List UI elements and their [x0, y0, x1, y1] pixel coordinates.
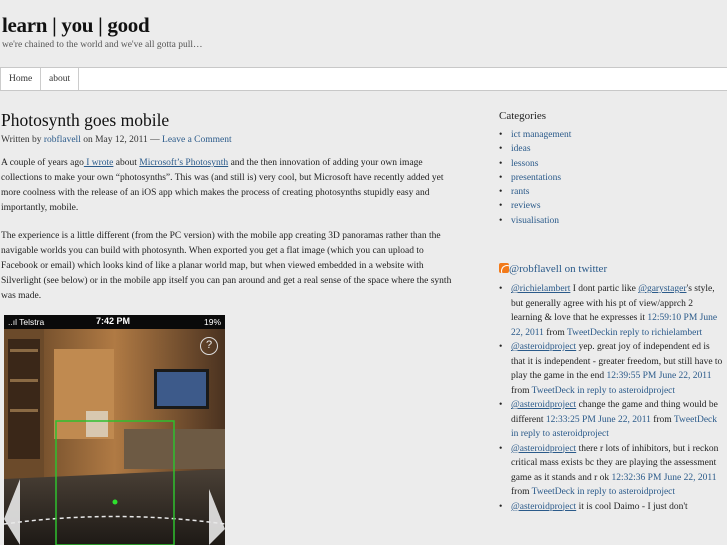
category-link[interactable]: reviews — [511, 201, 541, 211]
tweet-user-link[interactable]: @asteroidproject — [511, 444, 576, 454]
category-link[interactable]: ict management — [511, 130, 571, 140]
byline-date: on May 12, 2011 — — [80, 135, 163, 145]
tweet-list: @richielambert I dont partic like @garys… — [499, 282, 725, 514]
battery-level: 19% — [203, 317, 221, 327]
twitter-heading: @robflavell on twitter — [499, 263, 607, 275]
tweet-client-link[interactable]: TweetDeckin reply to richielambert — [567, 328, 702, 338]
post-paragraph-1: A couple of years ago I wrote about Micr… — [1, 156, 463, 216]
i-wrote-link[interactable]: I wrote — [84, 158, 113, 168]
categories-list: ict management ideas lessons presentatio… — [499, 128, 571, 228]
category-item: visualisation — [499, 214, 571, 228]
post-title[interactable]: Photosynth goes mobile — [1, 110, 169, 131]
tweet-item: @asteroidproject there r lots of inhibit… — [499, 442, 725, 500]
tweet-item: @asteroidproject change the game and thi… — [499, 398, 725, 442]
phone-screenshot: ..ıl Telstra 7:42 PM 19% ? — [4, 315, 225, 545]
tweet-user-link[interactable]: @asteroidproject — [511, 342, 576, 352]
tweet-from: from — [511, 385, 532, 396]
category-link[interactable]: lessons — [511, 159, 538, 169]
tweet-from: from — [543, 327, 567, 338]
category-link[interactable]: ideas — [511, 144, 531, 154]
p1-text-a: A couple of years ago — [1, 158, 84, 168]
panorama-image — [4, 329, 225, 545]
tweet-text: I dont partic like — [570, 284, 639, 294]
category-link[interactable]: visualisation — [511, 216, 559, 226]
category-link[interactable]: rants — [511, 187, 529, 197]
categories-heading: Categories — [499, 110, 547, 122]
twitter-heading-link[interactable]: @robflavell on twitter — [509, 263, 607, 275]
nav-home[interactable]: Home — [0, 68, 42, 90]
tweet-from: from — [650, 414, 674, 425]
category-item: presentations — [499, 171, 571, 185]
byline-prefix: Written by — [1, 135, 44, 145]
tweet-mention-link[interactable]: @garystager — [638, 284, 686, 294]
site-title[interactable]: learn | you | good — [2, 13, 150, 38]
leave-comment-link[interactable]: Leave a Comment — [162, 135, 232, 145]
tweet-from: from — [511, 487, 532, 497]
category-link[interactable]: presentations — [511, 173, 561, 183]
author-link[interactable]: robflavell — [44, 135, 81, 145]
tweet-time-link[interactable]: 12:32:36 PM June 22, 2011 — [612, 473, 717, 483]
photosynth-link[interactable]: Microsoft’s Photosynth — [139, 158, 228, 168]
help-icon[interactable]: ? — [200, 337, 218, 355]
tweet-time-link[interactable]: 12:33:25 PM June 22, 2011 — [546, 415, 651, 425]
category-item: lessons — [499, 157, 571, 171]
rss-icon[interactable] — [499, 263, 509, 273]
carrier-label: ..ıl Telstra — [8, 317, 45, 327]
tweet-item: @asteroidproject it is cool Daimo - I ju… — [499, 500, 725, 515]
tweet-item: @asteroidproject yep. great joy of indep… — [499, 340, 725, 398]
post-byline: Written by robflavell on May 12, 2011 — … — [1, 135, 232, 145]
category-item: reviews — [499, 199, 571, 213]
post-paragraph-2: The experience is a little different (fr… — [1, 231, 452, 301]
main-nav: Home about — [0, 67, 727, 91]
phone-time: 7:42 PM — [96, 316, 131, 326]
p1-text-b: about — [113, 158, 140, 168]
tweet-client-link[interactable]: TweetDeck in reply to asteroidproject — [532, 487, 675, 497]
phone-status-bar: ..ıl Telstra 7:42 PM 19% — [4, 315, 225, 329]
category-item: rants — [499, 185, 571, 199]
tweet-user-link[interactable]: @asteroidproject — [511, 502, 576, 512]
tweet-client-link[interactable]: TweetDeck in reply to asteroidproject — [532, 386, 675, 396]
category-item: ideas — [499, 142, 571, 156]
tweet-user-link[interactable]: @asteroidproject — [511, 400, 576, 410]
tweet-user-link[interactable]: @richielambert — [511, 284, 570, 294]
site-tagline: we're chained to the world and we've all… — [2, 40, 203, 50]
nav-about[interactable]: about — [41, 68, 80, 90]
tweet-item: @richielambert I dont partic like @garys… — [499, 282, 725, 340]
tweet-text: it is cool Daimo - I just don't — [576, 501, 688, 512]
tweet-time-link[interactable]: 12:39:55 PM June 22, 2011 — [607, 371, 712, 381]
category-item: ict management — [499, 128, 571, 142]
